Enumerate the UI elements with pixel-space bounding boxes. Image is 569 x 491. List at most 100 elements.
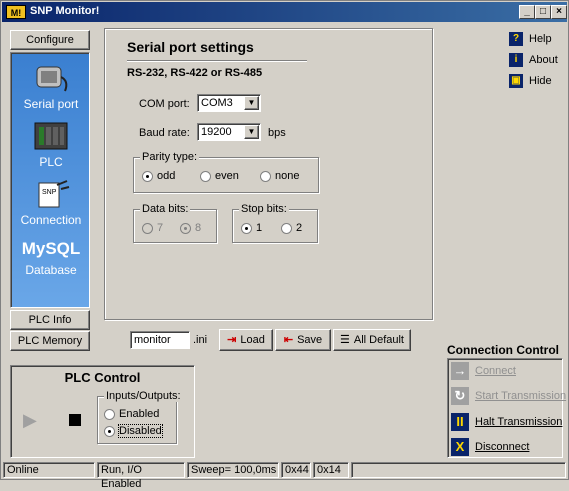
radio-label: 1: [256, 222, 263, 234]
window-title: SNP Monitor!: [30, 5, 100, 17]
radio-dot: [142, 170, 153, 182]
save-label: Save: [297, 334, 323, 346]
sidebar-item-plc[interactable]: PLC: [11, 119, 91, 169]
hide-label: Hide: [529, 75, 552, 87]
configure-button[interactable]: Configure: [10, 30, 90, 50]
com-port-value: COM3: [201, 97, 233, 109]
save-icon: ⇤: [283, 334, 294, 346]
serial-settings-panel: Serial port settings RS-232, RS-422 or R…: [104, 28, 433, 320]
parity-even-radio[interactable]: even: [200, 170, 239, 182]
sidebar-item-serial-port[interactable]: Serial port: [11, 61, 91, 111]
data-bits-group-title: Data bits:: [140, 203, 191, 215]
title-divider: [127, 60, 307, 62]
minimize-button[interactable]: _: [519, 5, 535, 19]
page-subtitle: RS-232, RS-422 or RS-485: [127, 67, 263, 79]
plc-info-button[interactable]: PLC Info: [10, 310, 90, 330]
connect-button[interactable]: → Connect: [451, 362, 516, 380]
halt-transmission-button[interactable]: II Halt Transmission: [451, 413, 562, 431]
connection-control-title: Connection Control: [447, 343, 559, 357]
all-default-label: All Default: [353, 334, 404, 346]
io-enabled-radio[interactable]: Enabled: [104, 408, 159, 420]
sidebar-item-label: Serial port: [23, 97, 79, 111]
disconnect-button[interactable]: X Disconnect: [451, 438, 529, 456]
radio-label: Enabled: [119, 408, 160, 420]
sidebar-item-label: Connection: [20, 213, 82, 227]
data-bits-8-radio[interactable]: 8: [180, 222, 201, 234]
play-icon[interactable]: ▶: [23, 410, 37, 431]
data-bits-7-radio[interactable]: 7: [142, 222, 163, 234]
arrow-right-icon: →: [451, 362, 469, 380]
baud-rate-select[interactable]: 19200 ▼: [197, 123, 261, 141]
hide-link[interactable]: ▣ Hide: [509, 74, 552, 88]
mysql-icon: MySQL: [21, 239, 81, 258]
baud-rate-label: Baud rate:: [139, 127, 190, 139]
app-window: M! SNP Monitor! _ □ × Configure Serial p…: [0, 0, 569, 490]
hide-icon: ▣: [509, 74, 523, 88]
status-code-1: 0x44: [281, 462, 311, 478]
baud-unit: bps: [268, 127, 286, 139]
refresh-icon: ↻: [451, 387, 469, 405]
radio-label: 2: [296, 222, 303, 234]
radio-dot: [200, 170, 211, 182]
radio-dot: [104, 408, 115, 420]
maximize-button[interactable]: □: [535, 5, 551, 19]
io-group: Inputs/Outputs: Enabled Disabled: [97, 390, 183, 444]
io-group-title: Inputs/Outputs:: [104, 390, 183, 402]
document-icon: ☰: [339, 334, 350, 346]
stop-bits-1-radio[interactable]: 1: [241, 222, 262, 234]
com-port-label: COM port:: [139, 98, 190, 110]
parity-group-title: Parity type:: [140, 151, 200, 163]
sidebar-item-database[interactable]: MySQL Database: [11, 237, 91, 277]
status-code-2: 0x14: [313, 462, 349, 478]
radio-label: 8: [195, 222, 202, 234]
ini-filename-input[interactable]: monitor: [130, 331, 190, 349]
radio-label: Disabled: [118, 424, 163, 438]
radio-dot: [260, 170, 271, 182]
parity-odd-radio[interactable]: odd: [142, 170, 175, 182]
com-port-select[interactable]: COM3 ▼: [197, 94, 261, 112]
start-label: Start Transmission: [475, 390, 567, 402]
stop-bits-2-radio[interactable]: 2: [281, 222, 302, 234]
halt-label: Halt Transmission: [475, 416, 563, 428]
help-icon: ?: [509, 32, 523, 46]
plc-control-panel: PLC Control ▶ Inputs/Outputs: Enabled Di…: [10, 365, 195, 458]
chevron-down-icon[interactable]: ▼: [244, 96, 259, 110]
disconnect-label: Disconnect: [475, 441, 530, 453]
about-link[interactable]: i About: [509, 53, 558, 67]
io-disabled-radio[interactable]: Disabled: [104, 424, 163, 438]
serial-port-icon: [36, 66, 68, 92]
info-icon: i: [509, 53, 523, 67]
load-icon: ⇥: [227, 334, 237, 346]
plc-memory-button[interactable]: PLC Memory: [10, 331, 90, 351]
radio-dot: [180, 222, 191, 234]
help-link[interactable]: ? Help: [509, 32, 552, 46]
chevron-down-icon[interactable]: ▼: [244, 125, 259, 139]
pause-icon: II: [451, 413, 469, 431]
status-mode: Run, I/O Enabled: [97, 462, 185, 490]
all-default-button[interactable]: ☰ All Default: [333, 329, 411, 351]
sidebar-item-label: Database: [25, 263, 77, 277]
radio-label: even: [215, 170, 239, 182]
radio-label: odd: [157, 170, 176, 182]
start-transmission-button[interactable]: ↻ Start Transmission: [451, 387, 566, 405]
about-label: About: [529, 54, 558, 66]
save-button[interactable]: ⇤ Save: [275, 329, 331, 351]
load-button[interactable]: ⇥ Load: [219, 329, 273, 351]
baud-rate-value: 19200: [201, 126, 232, 138]
help-label: Help: [529, 33, 552, 45]
title-bar: M! SNP Monitor! _ □ ×: [2, 2, 567, 22]
page-title: Serial port settings: [127, 39, 254, 55]
stop-bits-group: Stop bits: 1 2: [232, 203, 318, 243]
status-sweep: Sweep= 100,0ms: [187, 462, 279, 478]
connect-label: Connect: [475, 365, 516, 377]
sidebar-item-connection[interactable]: SNP Connection: [11, 177, 91, 227]
radio-dot: [104, 425, 115, 437]
svg-text:SNP: SNP: [42, 189, 57, 196]
radio-dot: [281, 222, 292, 234]
close-button[interactable]: ×: [551, 5, 567, 19]
stop-icon[interactable]: [69, 414, 81, 426]
parity-group: Parity type: odd even none: [133, 151, 319, 193]
load-label: Load: [240, 334, 265, 346]
status-state: Online: [3, 462, 95, 478]
parity-none-radio[interactable]: none: [260, 170, 299, 182]
